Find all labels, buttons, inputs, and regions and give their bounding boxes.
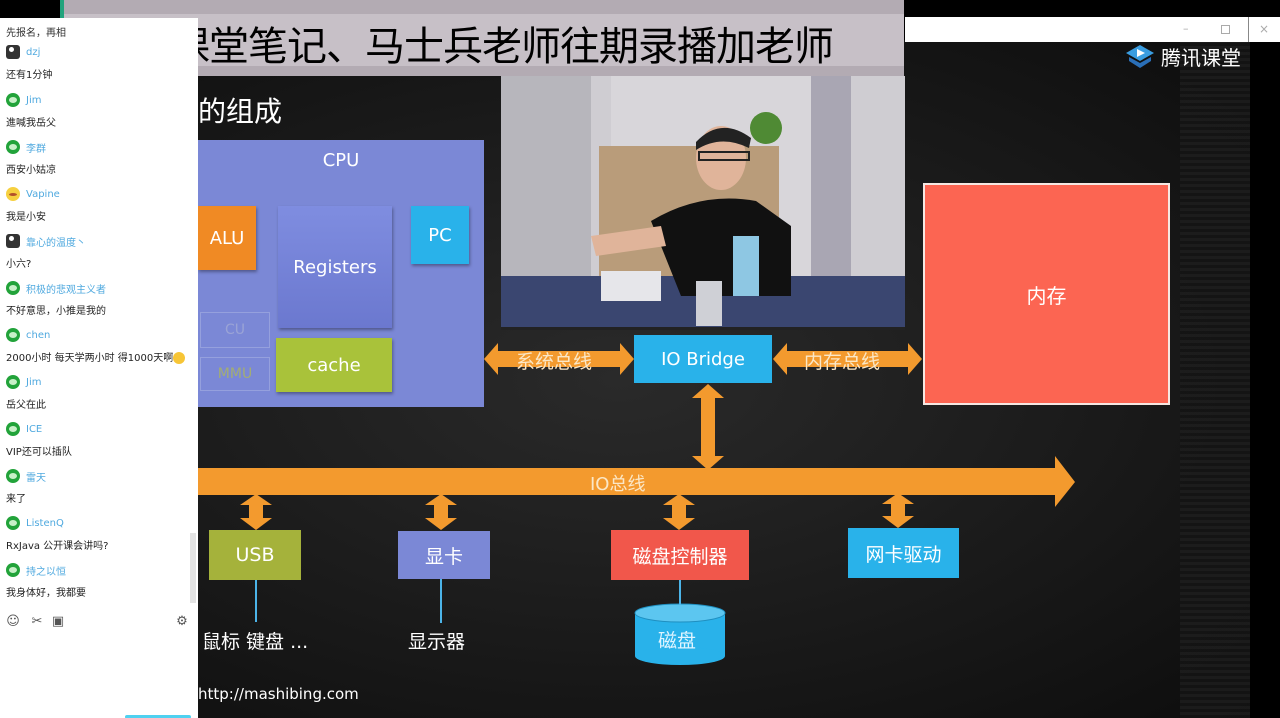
chat-message: ICE VIP还可以插队 — [6, 420, 192, 458]
chat-text: 西安小姑凉 — [6, 165, 56, 176]
cu-box: CU — [200, 312, 270, 348]
chat-username[interactable]: 积极的悲观主义者 — [26, 281, 106, 296]
video-frame — [501, 76, 905, 327]
chat-username[interactable]: ICE — [26, 424, 42, 435]
chat-text: RxJava 公开课会讲吗? — [6, 541, 109, 552]
wechat-avatar[interactable] — [6, 93, 20, 107]
chat-text: 来了 — [6, 494, 26, 505]
chat-message: Jim 岳父在此 — [6, 373, 192, 411]
wechat-avatar[interactable] — [6, 422, 20, 436]
chat-text: 2000小时 每天学两小时 得1000天啊 — [6, 349, 192, 364]
scissors-icon[interactable]: ✂ — [30, 615, 44, 629]
chat-text: 我是小安 — [6, 212, 46, 223]
user-avatar[interactable] — [6, 45, 20, 59]
wechat-avatar[interactable] — [6, 563, 20, 577]
chat-username[interactable]: Vapine — [26, 189, 60, 200]
usb-peripherals-label: 鼠标 键盘 ... — [202, 631, 309, 653]
chat-username[interactable]: 李群 — [26, 140, 46, 155]
usb-box: USB — [209, 530, 301, 580]
wechat-avatar[interactable] — [6, 516, 20, 530]
screen: 领取课堂笔记、马士兵老师往期录播加老师 – × 腾讯课堂 的组成 CPU ALU… — [0, 0, 1280, 718]
chat-message: 靠心的温度丶 小六? — [6, 232, 192, 270]
chat-text: 我身体好，我都要 — [6, 588, 86, 599]
chat-username[interactable]: chen — [26, 330, 50, 341]
memory-bus-label: 内存总线 — [804, 351, 881, 373]
emoji-icon[interactable]: ☺ — [6, 615, 20, 629]
chat-message: 雷天 来了 — [6, 467, 192, 505]
system-bus-label: 系统总线 — [516, 351, 593, 373]
wechat-avatar[interactable] — [6, 140, 20, 154]
titlebar-separator — [1248, 17, 1249, 42]
cpu-block: CPU ALU Registers PC CU MMU cache — [198, 140, 484, 407]
gpu-connector-line — [440, 579, 442, 623]
cpu-label: CPU — [322, 150, 360, 171]
chat-username[interactable]: Jim — [26, 377, 41, 388]
alu-box: ALU — [198, 206, 256, 270]
io-bridge-box: IO Bridge — [634, 335, 772, 383]
minimize-button[interactable]: – — [1183, 21, 1189, 37]
chat-text: 不好意思，小推是我的 — [6, 306, 106, 317]
chat-text: 还有1分钟 — [6, 70, 53, 81]
chat-message: Jim 進喊我岳父 — [6, 91, 192, 129]
chat-message: 持之以恒 我身体好，我都要 — [6, 561, 192, 599]
chat-username[interactable]: 持之以恒 — [26, 563, 66, 578]
chat-notice: 先报名，再相三 — [6, 28, 66, 39]
maximize-button[interactable] — [1221, 25, 1230, 34]
chat-text: 進喊我岳父 — [6, 118, 56, 129]
image-icon[interactable]: ▣ — [51, 615, 65, 629]
slide-title: 的组成 — [198, 95, 283, 128]
chat-username[interactable]: 靠心的温度丶 — [26, 234, 86, 249]
chat-text: VIP还可以插队 — [6, 447, 72, 458]
slide-edge-texture — [1180, 40, 1250, 718]
tencent-classroom-logo: 腾讯课堂 — [1125, 42, 1241, 71]
chat-username[interactable]: Jim — [26, 95, 41, 106]
tencent-classroom-play-icon — [1125, 44, 1155, 70]
chat-toolbar: ☺ ✂ ▣ ⚙ — [6, 615, 192, 631]
chat-panel: 先报名，再相三 dzj 还有1分钟 Jim 進喊我岳父 李群 西安小姑凉 Vap… — [0, 18, 198, 718]
chat-username[interactable]: ListenQ — [26, 518, 64, 529]
chat-text: 岳父在此 — [6, 400, 46, 411]
smile-emoji-icon — [173, 352, 186, 364]
disk-connector-line — [679, 580, 681, 605]
chat-scrollbar[interactable] — [190, 533, 196, 603]
usb-connector-line — [255, 580, 257, 622]
chat-username[interactable]: dzj — [26, 47, 40, 58]
banner-text: 领取课堂笔记、马士兵老师往期录播加老师 — [92, 24, 834, 70]
io-bus-label: IO总线 — [590, 474, 646, 495]
chat-message: 李群 西安小姑凉 — [6, 138, 192, 176]
wechat-avatar[interactable] — [6, 375, 20, 389]
chat-message: ListenQ RxJava 公开课会讲吗? — [6, 514, 192, 552]
chat-message: chen 2000小时 每天学两小时 得1000天啊 — [6, 326, 192, 364]
teacher-video-feed[interactable] — [501, 76, 905, 330]
monitor-label: 显示器 — [408, 631, 466, 653]
tencent-classroom-name: 腾讯课堂 — [1161, 46, 1241, 70]
wechat-avatar[interactable] — [6, 328, 20, 342]
settings-icon[interactable]: ⚙ — [175, 615, 189, 629]
disk-controller-box: 磁盘控制器 — [611, 530, 749, 580]
registers-box: Registers — [278, 206, 392, 328]
chat-text-content: 2000小时 每天学两小时 得1000天啊 — [6, 353, 174, 364]
wechat-avatar[interactable] — [6, 469, 20, 483]
pc-box: PC — [411, 206, 469, 264]
network-card-box: 网卡驱动 — [848, 528, 959, 578]
emoji-avatar[interactable] — [6, 187, 20, 201]
chat-message: Vapine 我是小安 — [6, 185, 192, 223]
window-titlebar: – × — [905, 17, 1280, 42]
disk-label: 磁盘 — [658, 630, 697, 652]
memory-box: 内存 — [923, 183, 1170, 405]
website-url: http://mashibing.com — [198, 685, 359, 703]
chat-text: 小六? — [6, 259, 32, 270]
chat-username[interactable]: 雷天 — [26, 469, 46, 484]
cache-box: cache — [276, 338, 392, 392]
chat-message: dzj 还有1分钟 — [6, 43, 192, 81]
user-avatar[interactable] — [6, 234, 20, 248]
close-button[interactable]: × — [1259, 21, 1269, 37]
graphics-card-box: 显卡 — [398, 531, 490, 579]
wechat-avatar[interactable] — [6, 281, 20, 295]
mmu-box: MMU — [200, 357, 270, 391]
chat-message: 积极的悲观主义者 不好意思，小推是我的 — [6, 279, 192, 317]
